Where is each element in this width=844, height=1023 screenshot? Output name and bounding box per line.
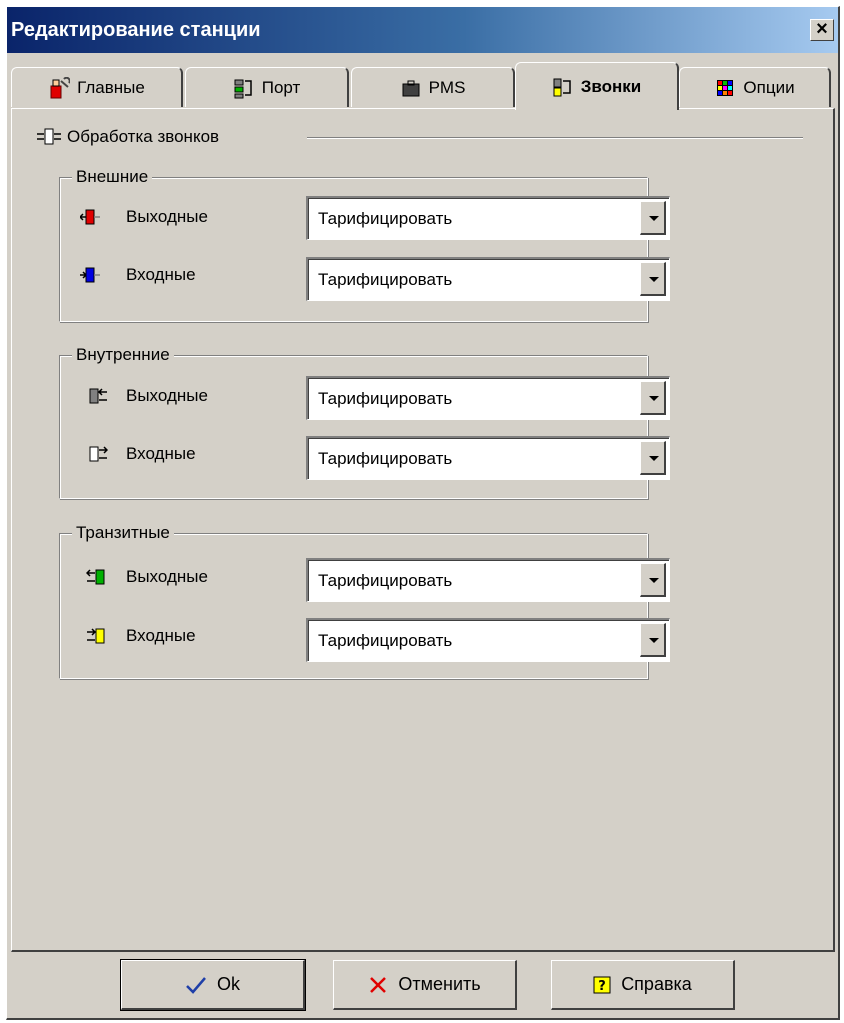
group-external: Внешние Выходные Тарифицировать Входные …: [59, 166, 670, 322]
pms-icon: [402, 80, 420, 96]
dropdown-arrow-icon[interactable]: [640, 563, 666, 597]
options-icon: [717, 79, 734, 96]
row-label: Выходные: [126, 207, 208, 226]
button-label: Ok: [216, 974, 240, 994]
tab-main[interactable]: Главные: [11, 67, 183, 107]
tab-label: Опции: [743, 77, 795, 97]
tab-label: Главные: [77, 77, 145, 97]
internal-outgoing-select[interactable]: Тарифицировать: [306, 376, 670, 420]
transit-incoming-select[interactable]: Тарифицировать: [306, 618, 670, 662]
calls-icon: [553, 78, 571, 96]
button-label: Отменить: [398, 974, 481, 994]
group-title: Транзитные: [72, 522, 174, 544]
help-button[interactable]: ? Справка: [551, 960, 735, 1010]
tab-label: Звонки: [580, 76, 642, 96]
port-icon: [234, 79, 252, 98]
external-incoming-icon: [80, 267, 100, 283]
select-value: Тарифицировать: [318, 449, 453, 468]
group-internal: Внутренние Выходные Тарифицировать Входн…: [59, 344, 670, 499]
help-icon: ?: [593, 976, 611, 994]
external-outgoing-icon: [80, 209, 100, 225]
row-label: Входные: [126, 265, 196, 284]
dropdown-arrow-icon[interactable]: [640, 201, 666, 235]
select-value: Тарифицировать: [318, 571, 453, 590]
section-divider: [307, 137, 803, 139]
select-value: Тарифицировать: [318, 209, 453, 228]
row-label: Входные: [126, 444, 196, 463]
close-icon: [370, 976, 387, 993]
dropdown-arrow-icon[interactable]: [640, 441, 666, 475]
group-title: Внешние: [72, 166, 153, 188]
section-title: Обработка звонков: [67, 127, 220, 146]
internal-outgoing-icon: [89, 388, 107, 404]
transit-outgoing-select[interactable]: Тарифицировать: [306, 558, 670, 602]
tab-label: PMS: [428, 77, 466, 97]
select-value: Тарифицировать: [318, 270, 453, 289]
transit-outgoing-icon: [86, 569, 105, 585]
tab-pms[interactable]: PMS: [351, 67, 515, 107]
dropdown-arrow-icon[interactable]: [640, 381, 666, 415]
group-title: Внутренние: [72, 344, 174, 366]
group-transit: Транзитные Выходные Тарифицировать Входн…: [59, 522, 670, 679]
external-outgoing-select[interactable]: Тарифицировать: [306, 196, 670, 240]
section-header: Обработка звонков: [37, 124, 219, 150]
row-label: Входные: [126, 626, 196, 645]
internal-incoming-icon: [89, 446, 108, 462]
dropdown-arrow-icon[interactable]: [640, 262, 666, 296]
cancel-button[interactable]: Отменить: [333, 960, 517, 1010]
dropdown-arrow-icon[interactable]: [640, 623, 666, 657]
check-icon: [186, 976, 206, 994]
select-value: Тарифицировать: [318, 631, 453, 650]
ok-button[interactable]: Ok: [120, 959, 306, 1011]
transit-incoming-icon: [87, 628, 105, 644]
tab-options[interactable]: Опции: [679, 67, 831, 107]
title-bar: Редактирование станции ×: [7, 7, 838, 53]
tab-calls[interactable]: Звонки: [515, 62, 679, 110]
button-label: Справка: [621, 974, 692, 994]
dialog-window: Редактирование станции × Главные Порт PM…: [6, 6, 840, 1020]
internal-incoming-select[interactable]: Тарифицировать: [306, 436, 670, 480]
call-processing-icon: [37, 128, 61, 145]
svg-text:?: ?: [598, 979, 606, 994]
close-button[interactable]: ×: [810, 19, 834, 41]
row-label: Выходные: [126, 386, 208, 405]
tab-port[interactable]: Порт: [185, 67, 349, 107]
tab-label: Порт: [261, 77, 301, 97]
external-incoming-select[interactable]: Тарифицировать: [306, 257, 670, 301]
window-title: Редактирование станции: [11, 19, 261, 41]
row-label: Выходные: [126, 567, 208, 586]
tools-icon: [50, 76, 71, 98]
select-value: Тарифицировать: [318, 389, 453, 408]
